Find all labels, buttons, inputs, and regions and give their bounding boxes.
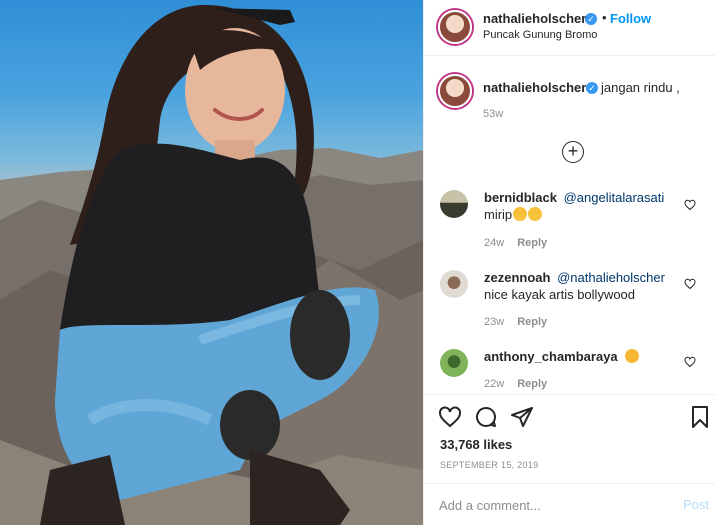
comment-line: zezennoah @nathalieholscher	[484, 270, 665, 285]
comment-timestamp[interactable]: 24w	[484, 237, 504, 249]
comment-text-line: mirip	[484, 207, 543, 222]
comment-item: zezennoah @nathalieholscher nice kayak a…	[424, 270, 715, 332]
comment-meta: 22w Reply	[484, 378, 560, 390]
caption-author-avatar[interactable]	[438, 74, 472, 108]
commenter-username[interactable]: bernidblack	[484, 190, 557, 205]
comment-timestamp[interactable]: 23w	[484, 316, 504, 328]
caption-timestamp[interactable]: 53w	[483, 108, 503, 120]
post-date: SEPTEMBER 15, 2019	[440, 460, 539, 470]
comment-text: mirip	[484, 207, 513, 222]
comment-meta: 23w Reply	[484, 316, 560, 328]
verified-icon: ✓	[586, 82, 598, 94]
comment-line: bernidblack @angelitalarasati	[484, 190, 664, 205]
post-photo[interactable]	[0, 0, 423, 525]
reply-button[interactable]: Reply	[517, 237, 547, 249]
add-comment-bar: Post	[424, 483, 715, 525]
verified-icon: ✓	[585, 13, 597, 25]
commenter-avatar[interactable]	[440, 190, 468, 218]
commenter-avatar[interactable]	[440, 349, 468, 377]
commenter-avatar[interactable]	[440, 270, 468, 298]
grin-emoji-icon	[513, 207, 528, 221]
comment-mention[interactable]: @angelitalarasati	[564, 190, 665, 205]
comment-icon[interactable]	[474, 405, 498, 429]
share-icon[interactable]	[510, 405, 534, 429]
author-username[interactable]: nathalieholscher	[483, 11, 586, 26]
comment-meta: 24w Reply	[484, 237, 560, 249]
location-link[interactable]: Puncak Gunung Bromo	[483, 29, 597, 41]
reply-button[interactable]: Reply	[517, 316, 547, 328]
like-comment-heart-icon[interactable]	[684, 356, 696, 368]
plus-circle-icon: +	[567, 141, 579, 161]
like-comment-heart-icon[interactable]	[684, 199, 696, 211]
bookmark-icon[interactable]	[688, 405, 712, 429]
post-side-panel: nathalieholscher ✓ • Follow Puncak Gunun…	[423, 0, 715, 525]
wink-kiss-emoji-icon	[625, 349, 640, 363]
comment-text: nice kayak artis bollywood	[484, 287, 636, 302]
caption-text: jangan rindu ,	[601, 80, 680, 95]
post-actions: 33,768 likes SEPTEMBER 15, 2019 Post	[424, 394, 715, 525]
likes-count[interactable]: 33,768 likes	[440, 437, 512, 452]
heart-icon[interactable]	[438, 405, 462, 429]
comment-item: bernidblack @angelitalarasati mirip 24w R…	[424, 190, 715, 252]
comment-timestamp[interactable]: 22w	[484, 378, 504, 390]
comment-text-line: nice kayak artis bollywood	[484, 287, 635, 302]
post-comment-button[interactable]: Post	[683, 497, 709, 512]
caption-author-username[interactable]: nathalieholscher	[483, 80, 586, 95]
reply-button[interactable]: Reply	[517, 378, 547, 390]
comment-line: anthony_chambaraya	[484, 349, 640, 364]
photo-illustration	[0, 5, 423, 525]
commenter-username[interactable]: zezennoah	[484, 270, 550, 285]
follow-button[interactable]: Follow	[610, 11, 651, 26]
separator-dot: •	[602, 10, 607, 25]
comment-mention[interactable]: @nathalieholscher	[557, 270, 665, 285]
post-header: nathalieholscher ✓ • Follow Puncak Gunun…	[424, 0, 715, 56]
load-more-comments-button[interactable]: +	[562, 141, 584, 163]
author-avatar[interactable]	[438, 10, 472, 44]
grin-emoji-icon	[528, 207, 543, 221]
add-comment-input[interactable]	[439, 495, 669, 515]
commenter-username[interactable]: anthony_chambaraya	[484, 349, 618, 364]
like-comment-heart-icon[interactable]	[684, 278, 696, 290]
